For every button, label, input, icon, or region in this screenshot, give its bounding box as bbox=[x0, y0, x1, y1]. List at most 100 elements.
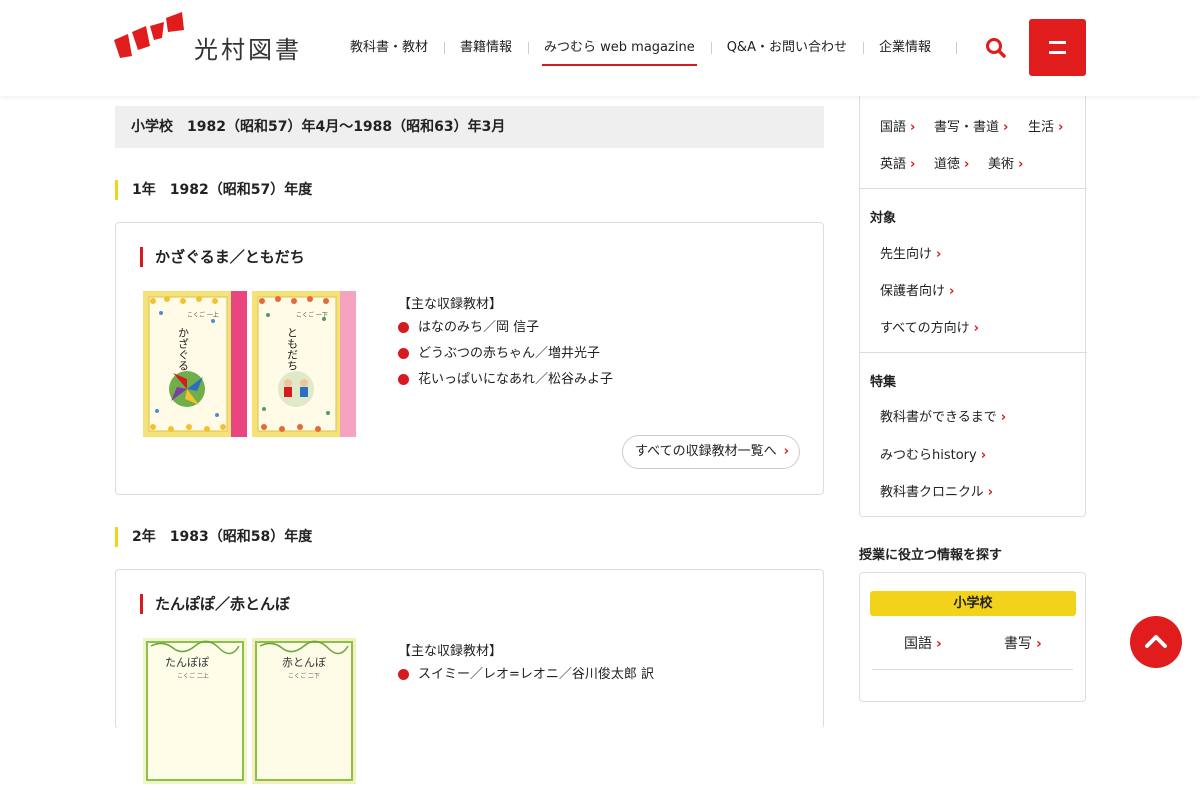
level-subject-label: 書写 bbox=[1004, 636, 1032, 652]
sidebar-subject-english[interactable]: 英語 › bbox=[880, 153, 915, 172]
book-cover-image: たんぽぽ こくご 二上 bbox=[143, 638, 247, 784]
sidebar-item-label: 保護者向け bbox=[880, 284, 946, 299]
book-grade-label: こくご 一上 bbox=[187, 311, 219, 319]
card-title: たんぽぽ／赤とんぼ bbox=[140, 594, 290, 614]
textbook-card-grade1: かざぐるま／ともだち こくご 一上 かざぐるま こくご 一下 ともだち 【主な収… bbox=[115, 222, 824, 495]
site-header: 光村図書 教科書・教材 書籍情報 みつむら web magazine Q&A・お… bbox=[0, 0, 1200, 96]
search-by-level-box: 小学校 国語 › 書写 › bbox=[859, 572, 1086, 702]
sidebar-item-label: 生活 bbox=[1028, 120, 1055, 135]
sidebar-subject-japanese[interactable]: 国語 › bbox=[880, 116, 915, 135]
sidebar-subject-art[interactable]: 美術 › bbox=[988, 153, 1023, 172]
sidebar-subject-calligraphy[interactable]: 書写・書道 › bbox=[934, 116, 1008, 135]
sidebar-item-chronicle[interactable]: 教科書クロニクル › bbox=[880, 481, 993, 500]
book-title-text: ともだち bbox=[286, 327, 299, 371]
all-contents-button[interactable]: すべての収録教材一覧へ › bbox=[622, 435, 800, 469]
sidebar-item-making-textbooks[interactable]: 教科書ができるまで › bbox=[880, 406, 1006, 425]
global-nav: 教科書・教材 書籍情報 みつむら web magazine Q&A・お問い合わせ… bbox=[334, 38, 947, 66]
nav-qa-contact[interactable]: Q&A・お問い合わせ bbox=[710, 38, 863, 58]
sidebar-item-label: 書写・書道 bbox=[934, 120, 1000, 135]
search-icon bbox=[986, 38, 1006, 58]
chevron-right-icon: › bbox=[910, 120, 916, 135]
sidebar-item-label: 教科書ができるまで bbox=[880, 410, 997, 425]
sidebar-item-label: 先生向け bbox=[880, 247, 933, 262]
chevron-right-icon: › bbox=[910, 157, 916, 172]
sidebar-item-parents[interactable]: 保護者向け › bbox=[880, 280, 954, 299]
list-item: スイミー／レオ=レオニ／谷川俊太郎 訳 bbox=[398, 666, 654, 692]
nav-divider bbox=[956, 42, 957, 54]
sidebar-item-label: 英語 bbox=[880, 157, 907, 172]
chevron-right-icon: › bbox=[987, 485, 993, 500]
sidebar-filter-box: 国語 › 書写・書道 › 生活 › 英語 › 道徳 › 美術 › 対象 先生向け › 保護者向… bbox=[859, 96, 1087, 517]
book-title-text: 赤とんぼ bbox=[282, 656, 326, 669]
chevron-right-icon: › bbox=[936, 247, 942, 262]
card-title: かざぐるま／ともだち bbox=[140, 247, 305, 267]
book-cover-kazaguruma[interactable]: こくご 一上 かざぐるま bbox=[143, 291, 247, 437]
chevron-right-icon: › bbox=[949, 284, 955, 299]
divider bbox=[860, 188, 1087, 189]
chevron-right-icon: › bbox=[783, 444, 789, 459]
sidebar-subject-moral[interactable]: 道徳 › bbox=[934, 153, 969, 172]
level-label: 小学校 bbox=[870, 591, 1076, 616]
book-cover-akatonbo[interactable]: 赤とんぼ こくご 二下 bbox=[252, 638, 356, 784]
sidebar-item-label: 教科書クロニクル bbox=[880, 485, 984, 500]
chevron-right-icon: › bbox=[1036, 636, 1042, 652]
list-item: はなのみち／岡 信子 bbox=[398, 319, 613, 345]
nav-books[interactable]: 書籍情報 bbox=[444, 38, 528, 58]
book-title-text: たんぽぽ bbox=[165, 656, 209, 669]
nav-textbooks[interactable]: 教科書・教材 bbox=[334, 38, 444, 58]
chevron-right-icon: › bbox=[936, 636, 942, 652]
chevron-right-icon: › bbox=[1003, 120, 1009, 135]
sidebar-item-everyone[interactable]: すべての方向け › bbox=[880, 317, 979, 336]
menu-icon-bar bbox=[1049, 51, 1066, 54]
menu-button[interactable] bbox=[1029, 19, 1086, 76]
level-subject-japanese[interactable]: 国語 › bbox=[904, 633, 942, 653]
nav-web-magazine[interactable]: みつむら web magazine bbox=[528, 38, 711, 66]
contents-list: はなのみち／岡 信子 どうぶつの赤ちゃん／増井光子 花いっぱいになあれ／松谷みよ… bbox=[398, 319, 613, 397]
year-heading-1: 1年 1982（昭和57）年度 bbox=[115, 180, 312, 200]
logo-text: 光村図書 bbox=[194, 36, 302, 64]
textbook-card-grade2: たんぽぽ／赤とんぼ たんぽぽ こくご 二上 赤とんぼ こくご 二下 【主な収録教… bbox=[115, 569, 824, 784]
sidebar-heading-target: 対象 bbox=[870, 211, 897, 226]
contents-list: スイミー／レオ=レオニ／谷川俊太郎 訳 bbox=[398, 666, 654, 692]
chevron-right-icon: › bbox=[1018, 157, 1024, 172]
sidebar-item-label: すべての方向け bbox=[880, 321, 970, 336]
book-grade-label: こくご 二下 bbox=[288, 672, 320, 680]
divider bbox=[860, 352, 1087, 353]
level-subject-calligraphy[interactable]: 書写 › bbox=[1004, 633, 1042, 653]
book-cover-tomodachi[interactable]: こくご 一下 ともだち bbox=[252, 291, 356, 437]
back-to-top-button[interactable] bbox=[1130, 616, 1182, 668]
menu-icon bbox=[1049, 41, 1066, 44]
chevron-right-icon: › bbox=[973, 321, 979, 336]
nav-company[interactable]: 企業情報 bbox=[862, 38, 947, 58]
book-cover-image: こくご 一下 ともだち bbox=[252, 291, 356, 437]
period-title: 小学校 1982（昭和57）年4月〜1988（昭和63）年3月 bbox=[115, 106, 824, 148]
book-grade-label: こくご 二上 bbox=[177, 672, 209, 680]
all-contents-label: すべての収録教材一覧へ bbox=[635, 444, 777, 459]
contents-label: 【主な収録教材】 bbox=[398, 297, 503, 312]
contents-label: 【主な収録教材】 bbox=[398, 644, 503, 659]
chevron-right-icon: › bbox=[980, 448, 987, 463]
sidebar-heading-feature: 特集 bbox=[870, 375, 897, 390]
search-button[interactable] bbox=[983, 34, 1009, 62]
sidebar-subject-life[interactable]: 生活 › bbox=[1028, 116, 1063, 135]
book-cover-tanpopo[interactable]: たんぽぽ こくご 二上 bbox=[143, 638, 247, 784]
chevron-up-icon bbox=[1145, 635, 1167, 648]
book-grade-label: こくご 一下 bbox=[296, 311, 328, 319]
sidebar-item-history[interactable]: みつむらhistory › bbox=[880, 444, 986, 463]
list-item: 花いっぱいになあれ／松谷みよ子 bbox=[398, 371, 613, 397]
year-heading-2: 2年 1983（昭和58）年度 bbox=[115, 527, 312, 547]
chevron-right-icon: › bbox=[964, 157, 970, 172]
book-cover-image: こくご 一上 かざぐるま bbox=[143, 291, 247, 437]
sidebar-item-label: みつむらhistory bbox=[880, 448, 977, 463]
book-cover-image: 赤とんぼ こくご 二下 bbox=[252, 638, 356, 784]
chevron-right-icon: › bbox=[1000, 410, 1007, 425]
sidebar-item-label: 美術 bbox=[988, 157, 1015, 172]
chevron-right-icon: › bbox=[1058, 120, 1064, 135]
logo-mark-icon bbox=[114, 12, 184, 58]
list-item: どうぶつの赤ちゃん／増井光子 bbox=[398, 345, 613, 371]
sidebar-item-label: 道徳 bbox=[934, 157, 961, 172]
level-subject-label: 国語 bbox=[904, 636, 932, 652]
search-section-title: 授業に役立つ情報を探す bbox=[859, 548, 1003, 563]
sidebar-item-teachers[interactable]: 先生向け › bbox=[880, 243, 941, 262]
divider bbox=[872, 669, 1073, 670]
